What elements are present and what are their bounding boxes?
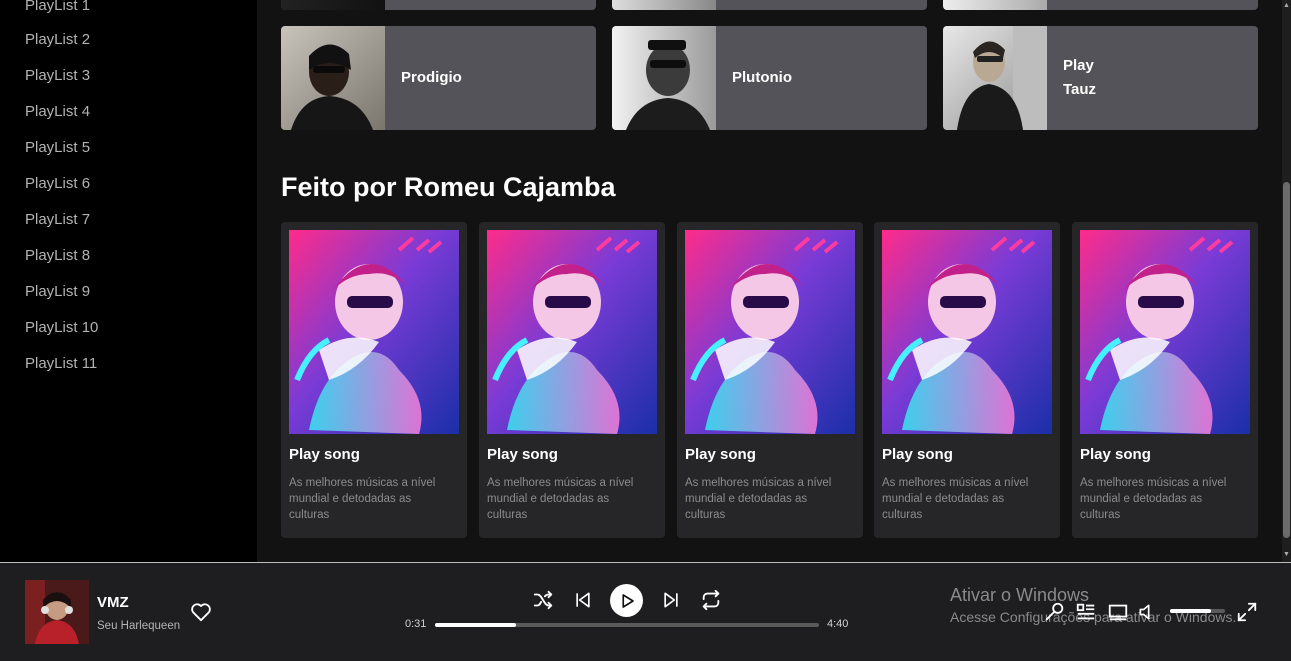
tile-partial-image	[943, 0, 1047, 10]
microphone-icon[interactable]	[1043, 600, 1067, 624]
card-description: As melhores músicas a nível mundial e de…	[1080, 477, 1227, 521]
tile-prodigio[interactable]: Prodigio	[281, 26, 596, 130]
card-artwork	[289, 230, 459, 434]
tile-partial[interactable]	[612, 0, 927, 10]
device-icon[interactable]	[1106, 600, 1130, 624]
card-description: As melhores músicas a nível mundial e de…	[487, 477, 634, 521]
progress-fill	[435, 623, 516, 627]
tile-label-line: Tauz	[1063, 81, 1097, 98]
play-icon	[621, 593, 634, 608]
playlist-card[interactable]: Play song As melhores músicas a nível mun…	[677, 222, 863, 538]
playlist-card[interactable]: Play song As melhores músicas a nível mun…	[874, 222, 1060, 538]
sidebar-item-playlist-10[interactable]: PlayList 10	[25, 319, 98, 337]
tile-play-tauz[interactable]: Play Tauz	[943, 26, 1258, 130]
tile-plutonio[interactable]: Plutonio	[612, 26, 927, 130]
sidebar-item-playlist-4[interactable]: PlayList 4	[25, 103, 90, 121]
card-title: Play song	[882, 446, 953, 463]
tile-partial-image	[612, 0, 716, 10]
track-artist[interactable]: Seu Harlequeen	[97, 620, 180, 632]
heart-icon[interactable]	[189, 600, 213, 624]
tile-partial-image	[281, 0, 385, 10]
sidebar-item-playlist-5[interactable]: PlayList 5	[25, 139, 90, 157]
card-description: As melhores músicas a nível mundial e de…	[685, 477, 832, 521]
card-artwork	[487, 230, 657, 434]
artist-photo	[943, 26, 1047, 130]
tile-label-line: Play	[1063, 57, 1094, 74]
total-time: 4:40	[827, 618, 849, 630]
album-cover[interactable]	[25, 580, 89, 644]
card-artwork	[685, 230, 855, 434]
playlist-card[interactable]: Play song As melhores músicas a nível mun…	[1072, 222, 1258, 538]
tile-label: Play Tauz	[1047, 54, 1096, 102]
shuffle-icon[interactable]	[531, 588, 555, 612]
artist-photo	[281, 26, 385, 130]
sidebar-item-playlist-3[interactable]: PlayList 3	[25, 67, 90, 85]
card-title: Play song	[685, 446, 756, 463]
track-title[interactable]: VMZ	[97, 594, 129, 611]
repeat-icon[interactable]	[699, 588, 723, 612]
sidebar-item-playlist-6[interactable]: PlayList 6	[25, 175, 90, 193]
fullscreen-icon[interactable]	[1235, 600, 1259, 624]
sidebar-item-playlist-8[interactable]: PlayList 8	[25, 247, 90, 265]
scroll-up-icon[interactable]: ▲	[1283, 2, 1290, 10]
artist-photo	[612, 26, 716, 130]
tile-label: Plutonio	[732, 69, 792, 86]
tile-label: Prodigio	[401, 69, 462, 86]
scroll-down-icon[interactable]: ▼	[1283, 551, 1290, 559]
sidebar-item-playlist-2[interactable]: PlayList 2	[25, 31, 90, 49]
next-icon[interactable]	[659, 588, 683, 612]
tile-partial[interactable]	[281, 0, 596, 10]
sidebar-item-playlist-1[interactable]: PlayList 1	[25, 0, 90, 15]
volume-icon[interactable]	[1135, 600, 1159, 624]
sidebar-item-playlist-9[interactable]: PlayList 9	[25, 283, 90, 301]
card-artwork	[1080, 230, 1250, 434]
sidebar-item-playlist-7[interactable]: PlayList 7	[25, 211, 90, 229]
activation-watermark-title: Ativar o Windows	[950, 585, 1090, 605]
queue-icon[interactable]	[1074, 600, 1098, 624]
play-button[interactable]	[610, 584, 643, 617]
sidebar: PlayList 1 PlayList 2 PlayList 3 PlayLis…	[0, 0, 257, 562]
section-title: Feito por Romeu Cajamba	[281, 172, 616, 202]
previous-icon[interactable]	[571, 588, 595, 612]
card-description: As melhores músicas a nível mundial e de…	[882, 477, 1029, 521]
card-description: As melhores músicas a nível mundial e de…	[289, 477, 436, 521]
volume-slider[interactable]	[1170, 609, 1225, 613]
card-title: Play song	[487, 446, 558, 463]
sidebar-item-playlist-11[interactable]: PlayList 11	[25, 355, 97, 373]
card-title: Play song	[289, 446, 360, 463]
tile-partial[interactable]	[943, 0, 1258, 10]
playlist-card[interactable]: Play song As melhores músicas a nível mun…	[479, 222, 665, 538]
progress-bar[interactable]	[435, 623, 819, 627]
scrollbar[interactable]: ▲ ▼	[1282, 0, 1291, 562]
playlist-card[interactable]: Play song As melhores músicas a nível mun…	[281, 222, 467, 538]
current-time: 0:31	[405, 618, 427, 630]
card-title: Play song	[1080, 446, 1151, 463]
card-artwork	[882, 230, 1052, 434]
volume-fill	[1170, 609, 1212, 613]
scroll-thumb[interactable]	[1283, 182, 1290, 538]
player-bar: VMZ Seu Harlequeen 0:31 4:40 Ativar o Wi…	[0, 562, 1291, 661]
